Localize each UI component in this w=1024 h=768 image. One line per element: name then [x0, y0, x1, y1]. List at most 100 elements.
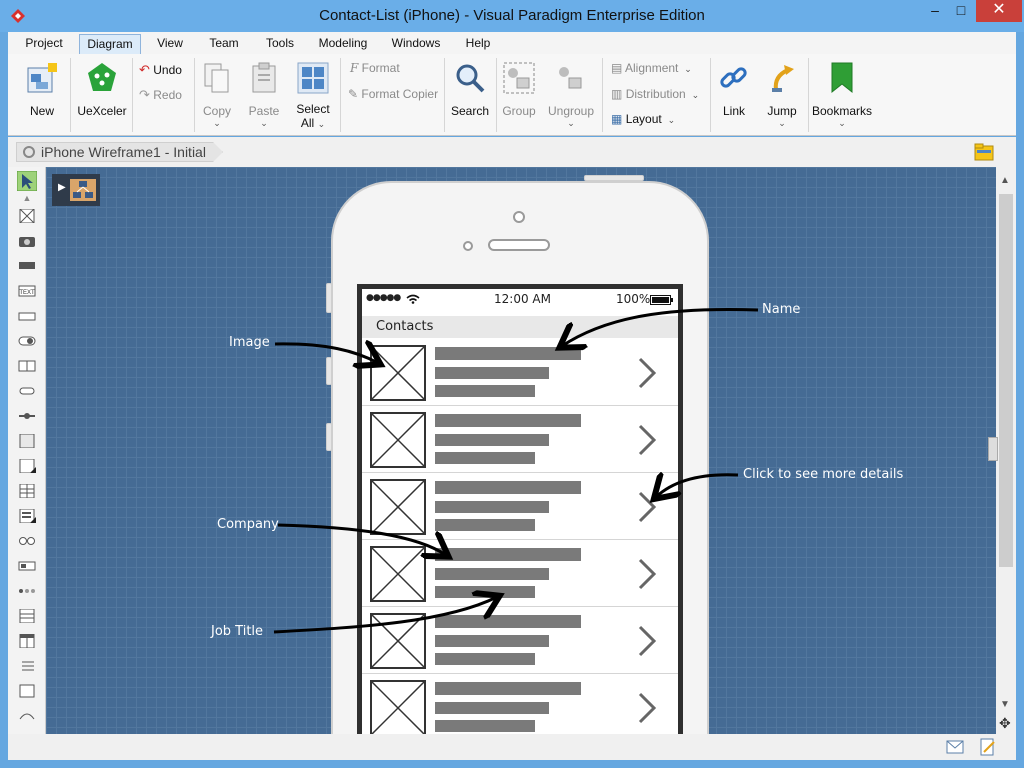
- tab-tools[interactable]: Tools: [260, 34, 300, 54]
- switch-tool-icon[interactable]: [18, 334, 36, 348]
- curve-tool-icon[interactable]: [18, 709, 36, 723]
- annotation-name[interactable]: Name: [762, 302, 800, 317]
- text-list-tool-icon[interactable]: [18, 659, 36, 673]
- maximize-button[interactable]: □: [946, 0, 976, 22]
- open-folder-icon[interactable]: [974, 143, 994, 161]
- page-control-tool-icon[interactable]: [18, 584, 36, 598]
- button-tool-icon[interactable]: [18, 384, 36, 398]
- tab-project[interactable]: Project: [16, 34, 72, 54]
- view-tool-icon[interactable]: [18, 434, 36, 448]
- paste-button[interactable]: Paste ⌄: [244, 60, 284, 130]
- label-tool-icon[interactable]: TEXT: [18, 284, 36, 298]
- chevron-right-icon[interactable]: [636, 424, 658, 456]
- annotation-click-details[interactable]: Click to see more details: [743, 467, 903, 482]
- toolbar-tool-icon[interactable]: [18, 559, 36, 573]
- jump-button[interactable]: Jump ⌄: [762, 60, 802, 130]
- alignment-button[interactable]: ▤ Alignment ⌄: [611, 61, 692, 75]
- chevron-right-icon[interactable]: [636, 692, 658, 724]
- navbar-tool-icon[interactable]: [18, 259, 36, 273]
- table-row[interactable]: [362, 540, 678, 607]
- annotation-job-title[interactable]: Job Title: [211, 624, 263, 639]
- format-copier-button[interactable]: ✎ Format Copier: [348, 87, 438, 101]
- popup-tool-icon[interactable]: [18, 459, 36, 473]
- tab-help[interactable]: Help: [460, 34, 496, 54]
- separator: [496, 58, 497, 132]
- table-view-tool-icon[interactable]: [18, 609, 36, 623]
- table-row[interactable]: [362, 674, 678, 734]
- bookmarks-button[interactable]: Bookmarks ⌄: [812, 60, 872, 130]
- image-placeholder-icon: [370, 680, 426, 734]
- breadcrumb[interactable]: iPhone Wireframe1 - Initial: [16, 142, 223, 162]
- tab-team[interactable]: Team: [204, 34, 244, 54]
- segmented-tool-icon[interactable]: [18, 534, 36, 548]
- phone-screen[interactable]: ●●●●● 12:00 AM 100% Contacts: [357, 284, 683, 734]
- format-button[interactable]: F Format: [350, 61, 400, 75]
- annotation-company[interactable]: Company: [217, 517, 279, 532]
- redo-button[interactable]: ↷ Redo: [139, 87, 182, 103]
- ungroup-button[interactable]: Ungroup ⌄: [546, 60, 596, 130]
- slider-tool-icon[interactable]: [18, 409, 36, 423]
- text-field-tool-icon[interactable]: [18, 309, 36, 323]
- table-row[interactable]: [362, 607, 678, 674]
- select-all-button[interactable]: Select All ⌄: [292, 60, 334, 130]
- chevron-right-icon[interactable]: [636, 625, 658, 657]
- vertical-scrollbar[interactable]: ▲ ▼ ✥: [988, 167, 1016, 734]
- scrollbar-thumb[interactable]: [999, 194, 1013, 567]
- scroll-up-arrow-icon[interactable]: ▲: [1000, 175, 1010, 186]
- status-time: 12:00 AM: [494, 292, 551, 306]
- link-button[interactable]: Link: [714, 60, 754, 120]
- annotation-image[interactable]: Image: [229, 335, 270, 350]
- new-button[interactable]: New: [20, 60, 64, 120]
- selection-tool-icon[interactable]: [17, 171, 37, 191]
- table-tool-icon[interactable]: [18, 484, 36, 498]
- overview-panel-toggle[interactable]: ▶: [52, 174, 100, 206]
- tab-view[interactable]: View: [150, 34, 190, 54]
- chevron-right-icon[interactable]: [636, 558, 658, 590]
- job-title-text-placeholder: [435, 385, 535, 397]
- list-view-tool-icon[interactable]: [18, 509, 36, 523]
- move-handle-icon[interactable]: ✥: [999, 715, 1011, 732]
- bookmarks-label: Bookmarks: [812, 104, 873, 118]
- rectangle-tool-icon[interactable]: [18, 684, 36, 698]
- company-text-placeholder: [435, 568, 549, 580]
- job-title-text-placeholder: [435, 653, 535, 665]
- table-row[interactable]: [362, 406, 678, 473]
- search-button[interactable]: Search: [448, 60, 492, 120]
- window-title: Contact-List (iPhone) - Visual Paradigm …: [319, 7, 705, 24]
- copy-label: Copy: [202, 104, 231, 118]
- navigation-bar: Contacts: [362, 316, 678, 338]
- table-row[interactable]: [362, 339, 678, 406]
- breadcrumb-bar: iPhone Wireframe1 - Initial: [8, 137, 1016, 167]
- redo-icon: ↷: [139, 87, 150, 102]
- edit-document-icon[interactable]: [980, 738, 996, 756]
- ungroup-icon: [559, 67, 582, 89]
- tab-bar-tool-icon[interactable]: [18, 634, 36, 648]
- chevron-right-icon[interactable]: [636, 357, 658, 389]
- scrollbar-grip-icon[interactable]: [988, 437, 998, 461]
- copy-button[interactable]: Copy ⌄: [198, 60, 236, 130]
- distribution-button[interactable]: ▥ Distribution ⌄: [611, 87, 699, 101]
- undo-button[interactable]: ↶ Undo: [139, 62, 182, 78]
- group-button[interactable]: Group: [500, 60, 538, 120]
- title-bar[interactable]: Contact-List (iPhone) - Visual Paradigm …: [0, 0, 1024, 32]
- chevron-right-icon[interactable]: [636, 491, 658, 523]
- table-row[interactable]: [362, 473, 678, 540]
- status-bar: [8, 734, 1016, 760]
- uexceler-button[interactable]: UeXceler: [74, 60, 130, 120]
- image-tool-icon[interactable]: [18, 209, 36, 223]
- layout-button[interactable]: ▦ Layout ⌄: [611, 112, 675, 126]
- camera-tool-icon[interactable]: [18, 234, 36, 248]
- ribbon-toolbar: New UeXceler ↶ Undo ↷ Redo Copy ⌄ Paste …: [8, 54, 1016, 136]
- mail-icon[interactable]: [946, 740, 964, 754]
- scroll-up-icon[interactable]: ▲: [18, 193, 36, 207]
- name-text-placeholder: [435, 481, 581, 494]
- tab-windows[interactable]: Windows: [388, 34, 444, 54]
- tab-modeling[interactable]: Modeling: [314, 34, 372, 54]
- phone-side-button: [326, 283, 332, 313]
- tab-diagram[interactable]: Diagram: [79, 34, 141, 54]
- close-button[interactable]: ✕: [976, 0, 1022, 22]
- stepper-tool-icon[interactable]: [18, 359, 36, 373]
- scroll-down-arrow-icon[interactable]: ▼: [1000, 699, 1010, 710]
- diagram-canvas[interactable]: ▶ ●●●●● 12:00 AM 100% Contacts Name Imag…: [46, 167, 996, 734]
- undo-label: Undo: [153, 63, 182, 77]
